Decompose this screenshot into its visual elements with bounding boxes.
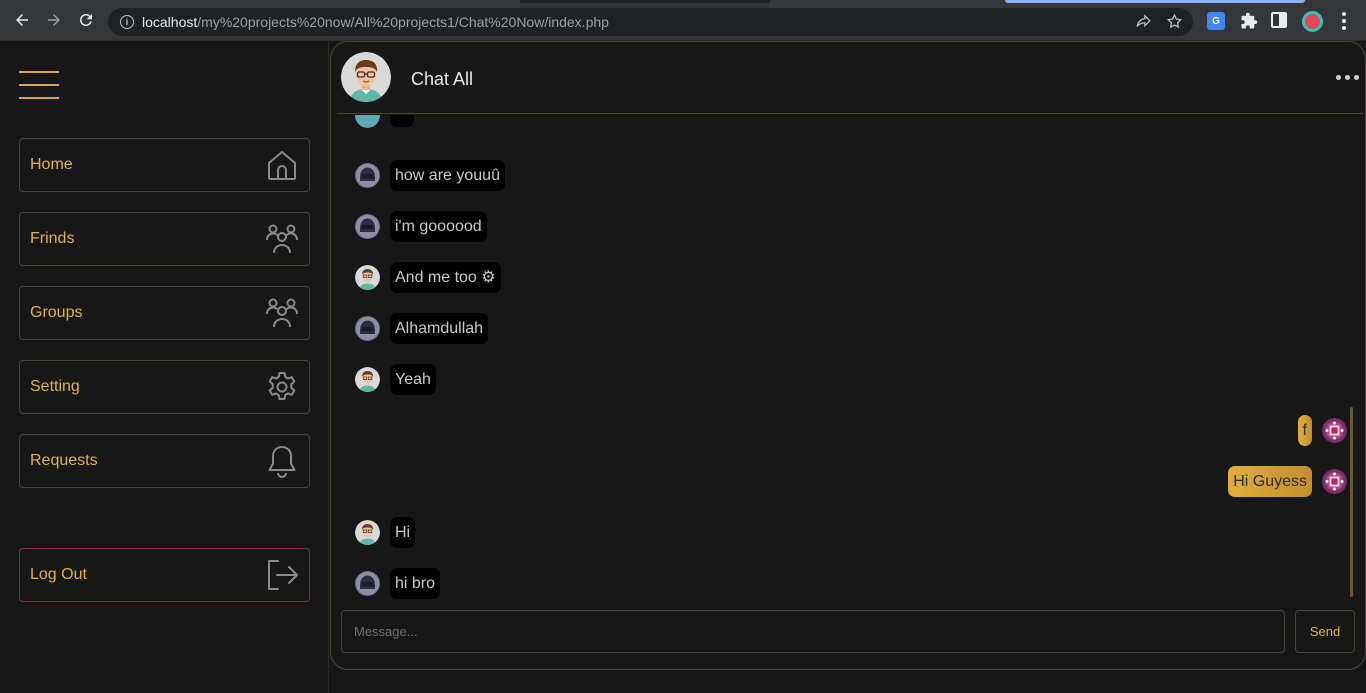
home-icon xyxy=(265,148,299,182)
list-item: Hi Guyess xyxy=(1228,466,1347,497)
chat-avatar[interactable] xyxy=(341,52,391,102)
groups-icon xyxy=(265,296,299,330)
sidebar-item-label: Home xyxy=(30,156,73,173)
side-panel-icon[interactable] xyxy=(1271,12,1287,28)
list-item: f xyxy=(1297,415,1347,446)
list-item: i'm goooood xyxy=(355,211,487,242)
gear-icon xyxy=(265,370,299,404)
list-item: Alhamdullah xyxy=(355,313,489,344)
url-text: localhost/my%20projects%20now/All%20proj… xyxy=(142,14,609,30)
helmet-avatar xyxy=(355,163,380,188)
hamburger-menu-icon[interactable] xyxy=(19,71,59,99)
list-item: how are youuû xyxy=(355,160,505,191)
share-icon[interactable] xyxy=(1135,13,1152,35)
sidebar-item-requests[interactable]: Requests xyxy=(19,434,310,488)
list-item: Yeah xyxy=(355,364,436,395)
sidebar-item-label: Frinds xyxy=(30,230,75,247)
extensions-puzzle-icon[interactable] xyxy=(1240,12,1258,30)
message-input[interactable] xyxy=(354,624,1284,639)
message-bubble: hi bro xyxy=(390,568,441,599)
friends-icon xyxy=(265,222,299,256)
glasses-avatar xyxy=(355,367,380,392)
bell-icon xyxy=(265,444,299,478)
chat-title: Chat All xyxy=(411,69,474,89)
message-bubble: i'm goooood xyxy=(390,211,487,242)
more-options-icon[interactable] xyxy=(1336,75,1359,80)
browser-toolbar: i localhost/my%20projects%20now/All%20pr… xyxy=(0,0,1366,41)
translate-extension-icon[interactable]: G xyxy=(1207,12,1225,30)
helmet-avatar xyxy=(355,115,380,128)
sidebar-item-groups[interactable]: Groups xyxy=(19,286,310,340)
message-bubble: Yeah xyxy=(390,364,436,395)
message-bubble: f xyxy=(1297,415,1312,446)
sidebar-item-friends[interactable]: Frinds xyxy=(19,212,310,266)
profile-avatar[interactable] xyxy=(1302,11,1323,32)
address-bar[interactable]: i localhost/my%20projects%20now/All%20pr… xyxy=(108,8,1193,36)
back-icon[interactable] xyxy=(6,4,38,36)
chat-panel: Chat All how are youuû i'm goooood And me … xyxy=(330,41,1366,670)
list-item xyxy=(355,115,414,128)
reload-icon[interactable] xyxy=(70,4,102,36)
sidebar-item-label: Requests xyxy=(30,452,98,469)
tab-strip xyxy=(0,0,1366,3)
helmet-avatar xyxy=(355,316,380,341)
my-avatar xyxy=(1322,418,1347,443)
my-avatar xyxy=(1322,469,1347,494)
list-item: Hi xyxy=(355,517,416,548)
logout-icon xyxy=(265,558,299,592)
sidebar-item-setting[interactable]: Setting xyxy=(19,360,310,414)
message-bubble: Hi xyxy=(390,517,416,548)
sidebar: Home Frinds Groups Setting Requests Log … xyxy=(0,41,329,693)
helmet-avatar xyxy=(355,571,380,596)
site-info-icon[interactable]: i xyxy=(120,15,134,29)
browser-menu-icon[interactable] xyxy=(1336,12,1352,30)
helmet-avatar xyxy=(355,214,380,239)
glasses-avatar xyxy=(355,520,380,545)
glasses-avatar xyxy=(355,265,380,290)
forward-icon[interactable] xyxy=(38,4,70,36)
sidebar-item-home[interactable]: Home xyxy=(19,138,310,192)
sidebar-item-label: Groups xyxy=(30,304,83,321)
list-item: And me too ⚙ xyxy=(355,262,501,293)
logout-button[interactable]: Log Out xyxy=(19,548,310,602)
scrollbar[interactable] xyxy=(1350,407,1353,597)
bookmark-star-icon[interactable] xyxy=(1166,13,1183,35)
message-bubble: Hi Guyess xyxy=(1228,466,1312,497)
message-bubble: how are youuû xyxy=(390,160,505,191)
message-bubble: Alhamdullah xyxy=(390,313,489,344)
message-input-box[interactable] xyxy=(341,610,1285,653)
message-list: how are youuû i'm goooood And me too ⚙ Alha… xyxy=(331,115,1365,605)
list-item: hi bro xyxy=(355,568,441,599)
logout-label: Log Out xyxy=(30,566,87,583)
chat-header: Chat All xyxy=(337,42,1363,114)
send-button[interactable]: Send xyxy=(1295,610,1355,653)
sidebar-item-label: Setting xyxy=(30,378,80,395)
message-bubble: And me too ⚙ xyxy=(390,262,501,293)
message-bubble xyxy=(390,115,414,127)
